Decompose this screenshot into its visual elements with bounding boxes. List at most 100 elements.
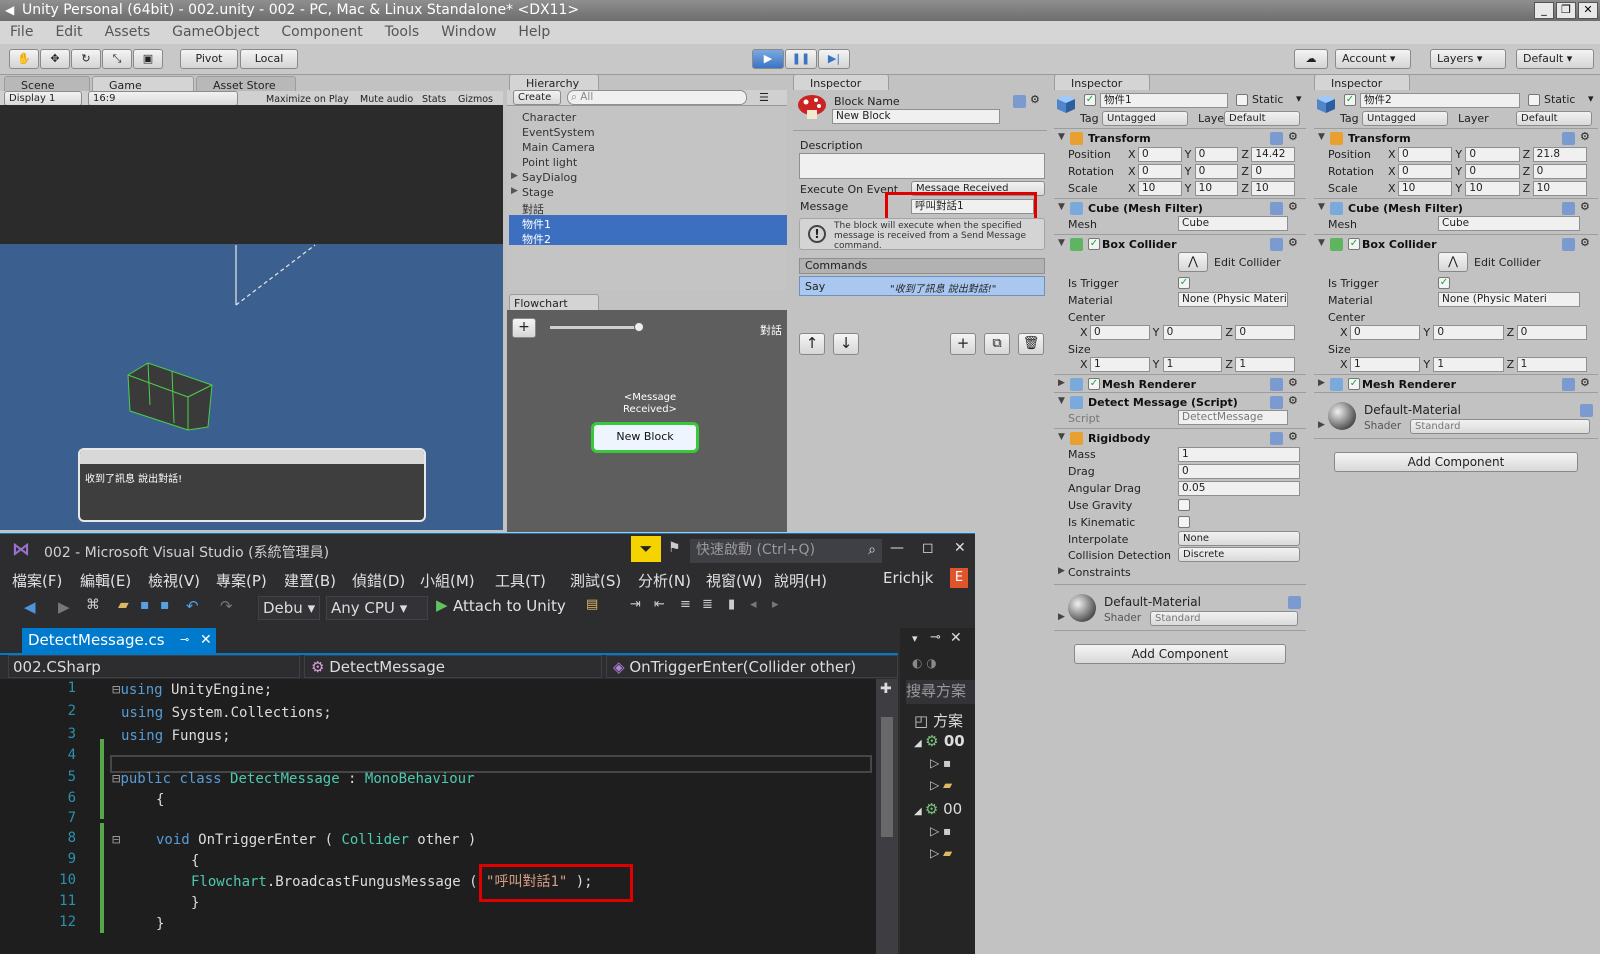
- project-item[interactable]: ◢ ⚙ 00: [914, 800, 962, 818]
- rotate-tool-button[interactable]: ↻: [71, 49, 101, 69]
- settings-gear-icon[interactable]: ⚙: [1288, 376, 1298, 389]
- foldout-arrow-icon[interactable]: ▶: [1318, 420, 1325, 430]
- vector-x-field[interactable]: 10: [1398, 181, 1453, 196]
- foldout-arrow-icon[interactable]: ▶: [1058, 566, 1065, 576]
- vector-z-field[interactable]: 0: [1251, 164, 1295, 179]
- menu-help[interactable]: Help: [518, 21, 550, 44]
- menu-edit[interactable]: Edit: [55, 21, 82, 44]
- bookmark-icon[interactable]: ▮: [728, 597, 735, 612]
- mesh-renderer-enabled-checkbox[interactable]: ✓: [1088, 378, 1100, 390]
- static-dropdown-icon[interactable]: ▾: [1588, 92, 1594, 105]
- platform-dropdown[interactable]: Any CPU ▾: [326, 596, 428, 620]
- help-icon[interactable]: [1580, 404, 1593, 417]
- foldout-arrow-icon[interactable]: ▼: [1058, 432, 1065, 442]
- mesh-renderer-enabled-checkbox[interactable]: ✓: [1348, 378, 1360, 390]
- dropdown-icon[interactable]: ▾: [912, 632, 918, 645]
- tag-dropdown[interactable]: Untagged: [1102, 111, 1188, 126]
- vector-y-field[interactable]: 0: [1433, 325, 1504, 340]
- layer-dropdown[interactable]: Default: [1516, 111, 1592, 126]
- command-row[interactable]: Say "收到了訊息 說出對話!": [799, 276, 1045, 296]
- solution-root[interactable]: ◰ 方案: [914, 710, 963, 731]
- step-button[interactable]: ▶|: [818, 49, 850, 69]
- edit-collider-button[interactable]: ⋀: [1178, 252, 1208, 272]
- mesh-filter-header[interactable]: Cube (Mesh Filter): [1348, 202, 1463, 215]
- user-avatar[interactable]: E: [950, 568, 968, 588]
- foldout-arrow-icon[interactable]: ▼: [1318, 132, 1325, 142]
- hierarchy-item[interactable]: 物件2: [522, 231, 551, 247]
- edit-collider-button[interactable]: ⋀: [1438, 252, 1468, 272]
- help-icon[interactable]: [1270, 378, 1283, 391]
- vs-menu-item[interactable]: 測試(S): [570, 570, 621, 591]
- save-icon[interactable]: ▪: [140, 597, 150, 613]
- help-icon[interactable]: [1013, 95, 1026, 108]
- delete-command-icon[interactable]: 🗑: [1018, 333, 1044, 355]
- vs-menu-item[interactable]: 檔案(F): [12, 570, 62, 591]
- zoom-slider-handle[interactable]: [634, 322, 644, 332]
- hierarchy-item[interactable]: Stage: [522, 186, 554, 199]
- help-icon[interactable]: [1562, 378, 1575, 391]
- static-checkbox[interactable]: [1528, 94, 1540, 106]
- vector-x-field[interactable]: 0: [1398, 164, 1453, 179]
- account-dropdown[interactable]: Account ▾: [1335, 49, 1411, 69]
- new-project-icon[interactable]: ⌘: [86, 597, 100, 613]
- minimize-button[interactable]: _: [1534, 2, 1554, 19]
- foldout-arrow-icon[interactable]: ▶: [1058, 612, 1065, 622]
- properties-item[interactable]: ▷ ▪: [930, 756, 951, 770]
- expand-arrow-icon[interactable]: ▶: [511, 171, 518, 181]
- project-item[interactable]: ◢ ⚙ 00: [914, 732, 965, 750]
- vs-close-button[interactable]: ✕: [954, 540, 966, 556]
- static-dropdown-icon[interactable]: ▾: [1296, 92, 1302, 105]
- folder-item[interactable]: ▷ ▰: [930, 846, 952, 860]
- mesh-field[interactable]: Cube: [1178, 216, 1288, 231]
- uncomment-icon[interactable]: ≣: [702, 597, 713, 612]
- foldout-arrow-icon[interactable]: ▶: [1058, 378, 1065, 388]
- help-icon[interactable]: [1270, 238, 1283, 251]
- bookmark-prev-icon[interactable]: ◂: [750, 597, 757, 612]
- settings-gear-icon[interactable]: ⚙: [1288, 394, 1298, 407]
- vector-x-field[interactable]: 0: [1138, 164, 1182, 179]
- description-input[interactable]: [799, 153, 1045, 179]
- vector-z-field[interactable]: 21.8: [1532, 147, 1587, 162]
- settings-gear-icon[interactable]: ⚙: [1288, 130, 1298, 143]
- mesh-filter-header[interactable]: Cube (Mesh Filter): [1088, 202, 1203, 215]
- vs-minimize-button[interactable]: —: [890, 540, 904, 556]
- box-collider-header[interactable]: Box Collider: [1362, 238, 1437, 251]
- start-icon[interactable]: ▶: [436, 596, 448, 614]
- hierarchy-item[interactable]: Point light: [522, 156, 577, 169]
- box-collider-header[interactable]: Box Collider: [1102, 238, 1177, 251]
- settings-gear-icon[interactable]: ⚙: [1580, 376, 1590, 389]
- vs-user-name[interactable]: Erichjk: [883, 569, 933, 587]
- vector-x-field[interactable]: 0: [1090, 325, 1150, 340]
- add-command-button[interactable]: +: [950, 333, 976, 355]
- menu-component[interactable]: Component: [281, 21, 362, 44]
- transform-header[interactable]: Transform: [1348, 132, 1411, 145]
- toolbar-icon[interactable]: ▤: [586, 597, 598, 612]
- hierarchy-item[interactable]: SayDialog: [522, 171, 577, 184]
- mesh-renderer-header[interactable]: Mesh Renderer: [1102, 378, 1196, 391]
- settings-gear-icon[interactable]: ⚙: [1030, 93, 1040, 106]
- folder-item[interactable]: ▷ ▰: [930, 778, 952, 792]
- toolbar-icon[interactable]: ⇥: [630, 597, 641, 612]
- vs-maximize-button[interactable]: ◻: [922, 540, 934, 556]
- vs-menu-item[interactable]: 建置(B): [284, 570, 336, 591]
- configuration-dropdown[interactable]: Debu ▾: [258, 596, 320, 620]
- hierarchy-item[interactable]: Main Camera: [522, 141, 595, 154]
- vector-x-field[interactable]: 10: [1138, 181, 1182, 196]
- vector-y-field[interactable]: 0: [1465, 147, 1520, 162]
- filter-icon[interactable]: ⏷: [631, 536, 661, 562]
- is-kinematic-checkbox[interactable]: [1178, 516, 1190, 528]
- help-icon[interactable]: [1288, 596, 1301, 609]
- is-trigger-checkbox[interactable]: ✓: [1438, 277, 1450, 289]
- move-down-button[interactable]: ↓: [833, 333, 859, 355]
- cloud-icon[interactable]: ☁: [1294, 49, 1328, 69]
- rigidbody-field[interactable]: 0.05: [1178, 481, 1300, 496]
- bookmark-next-icon[interactable]: ▸: [772, 597, 779, 612]
- vs-menu-item[interactable]: 檢視(V): [148, 570, 200, 591]
- vs-menu-item[interactable]: 說明(H): [774, 570, 827, 591]
- vs-menu-item[interactable]: 分析(N): [638, 570, 691, 591]
- menu-window[interactable]: Window: [441, 21, 496, 44]
- vector-y-field[interactable]: 0: [1194, 164, 1239, 179]
- vs-menu-item[interactable]: 視窗(W): [706, 570, 763, 591]
- settings-gear-icon[interactable]: ⚙: [1580, 200, 1590, 213]
- settings-gear-icon[interactable]: ⚙: [1580, 236, 1590, 249]
